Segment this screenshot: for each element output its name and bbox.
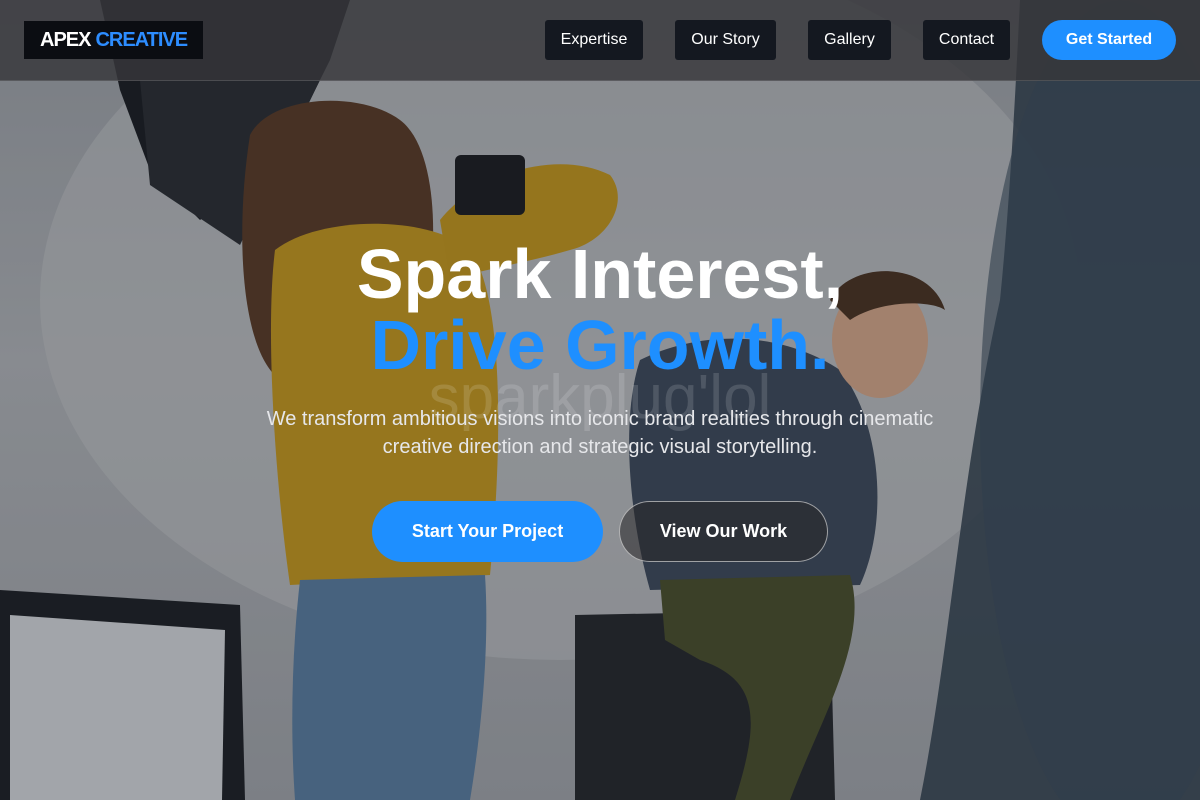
nav-link-gallery[interactable]: Gallery [808,20,891,60]
nav-link-contact[interactable]: Contact [923,20,1010,60]
start-your-project-button[interactable]: Start Your Project [372,501,603,562]
nav-link-expertise[interactable]: Expertise [545,20,643,60]
nav-link-our-story[interactable]: Our Story [675,20,776,60]
brand-logo-part2: CREATIVE [95,28,188,51]
brand-logo[interactable]: APEX CREATIVE [24,21,204,59]
view-our-work-button[interactable]: View Our Work [619,501,828,562]
hero-headline-line1: Spark Interest, [356,235,844,313]
get-started-button[interactable]: Get Started [1042,20,1176,60]
hero-headline-line2: Drive Growth. [370,306,830,384]
hero-subtext: We transform ambitious visions into icon… [266,408,934,458]
top-navbar: APEX CREATIVE Expertise Our Story Galler… [0,0,1200,81]
brand-logo-part1: APEX [40,28,91,51]
